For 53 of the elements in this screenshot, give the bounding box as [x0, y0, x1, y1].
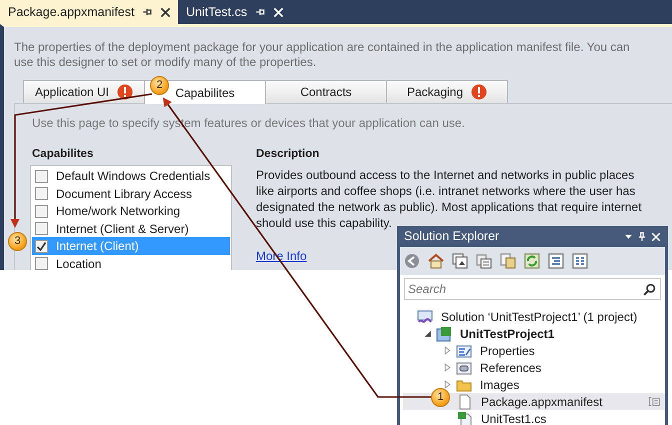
preview-icon	[648, 395, 661, 408]
pin-icon	[637, 231, 647, 242]
pin-icon	[255, 7, 266, 17]
intro-text: The properties of the deployment package for your application are contained in the application manifest file. You can use this designer to set or modify many of the properties.	[13, 39, 631, 70]
checkbox[interactable]	[35, 222, 48, 235]
search-icon	[643, 283, 656, 296]
properties-icon	[572, 253, 588, 269]
tree-item[interactable]: UnitTest1.cs	[403, 410, 665, 425]
capability-item[interactable]: Document Library Access	[32, 184, 230, 202]
checkbox[interactable]	[35, 240, 48, 252]
home-icon	[428, 253, 444, 269]
error-icon	[117, 84, 134, 100]
csharp-file-icon	[457, 410, 473, 425]
section-heading: Capabilites	[32, 147, 94, 162]
document-tab[interactable]: Package.appxmanifest	[0, 0, 178, 24]
back-icon	[404, 253, 420, 269]
capability-item[interactable]: Home/work Networking	[32, 202, 230, 220]
properties-icon	[456, 342, 472, 358]
section-heading: Description	[256, 147, 320, 162]
error-icon	[471, 84, 488, 100]
designer-tab[interactable]: Packaging	[386, 80, 508, 103]
pin-icon	[142, 7, 152, 17]
checkbox[interactable]	[35, 187, 48, 200]
panel-title: Solution Explorer	[404, 228, 500, 246]
capability-item[interactable]: Location	[32, 254, 230, 270]
close-icon	[651, 232, 661, 242]
tree-item[interactable]: Solution ‘UnitTestProject1’ (1 project)	[403, 308, 665, 325]
tree-item[interactable]: References	[403, 359, 665, 376]
capability-item[interactable]: Internet (Client & Server)	[32, 220, 230, 238]
description-text: Provides outbound access to the Internet and networks in public places like airports and coffee shops (i.e. intranet networks where the user has designated the network as public). Most applications that require internet should use this capability.	[256, 167, 643, 231]
references-icon	[456, 360, 472, 376]
close-icon	[160, 6, 172, 18]
collapse-icon	[423, 329, 432, 338]
search-field[interactable]: Search	[404, 278, 661, 300]
dropdown-icon	[624, 232, 633, 241]
designer-tab[interactable]: Application UI	[23, 80, 145, 103]
solution-icon	[417, 308, 433, 324]
designer-tab[interactable]: Contracts	[265, 80, 387, 103]
capability-item[interactable]: Default Windows Credentials	[32, 167, 230, 185]
copy-icon	[500, 253, 516, 269]
document-tab[interactable]: UnitTest.cs	[178, 0, 292, 24]
tree-item[interactable]: UnitTestProject1	[403, 325, 665, 342]
file-icon	[457, 394, 473, 410]
files-icon	[476, 253, 492, 269]
checkbox[interactable]	[35, 170, 48, 182]
refresh-icon	[524, 253, 540, 269]
project-icon	[436, 326, 452, 342]
tree-item[interactable]: Properties	[403, 342, 665, 359]
list-icon	[548, 253, 564, 269]
checkbox[interactable]	[35, 204, 48, 218]
windows-icon	[452, 253, 468, 269]
checkbox[interactable]	[35, 257, 48, 270]
close-icon	[273, 6, 284, 18]
